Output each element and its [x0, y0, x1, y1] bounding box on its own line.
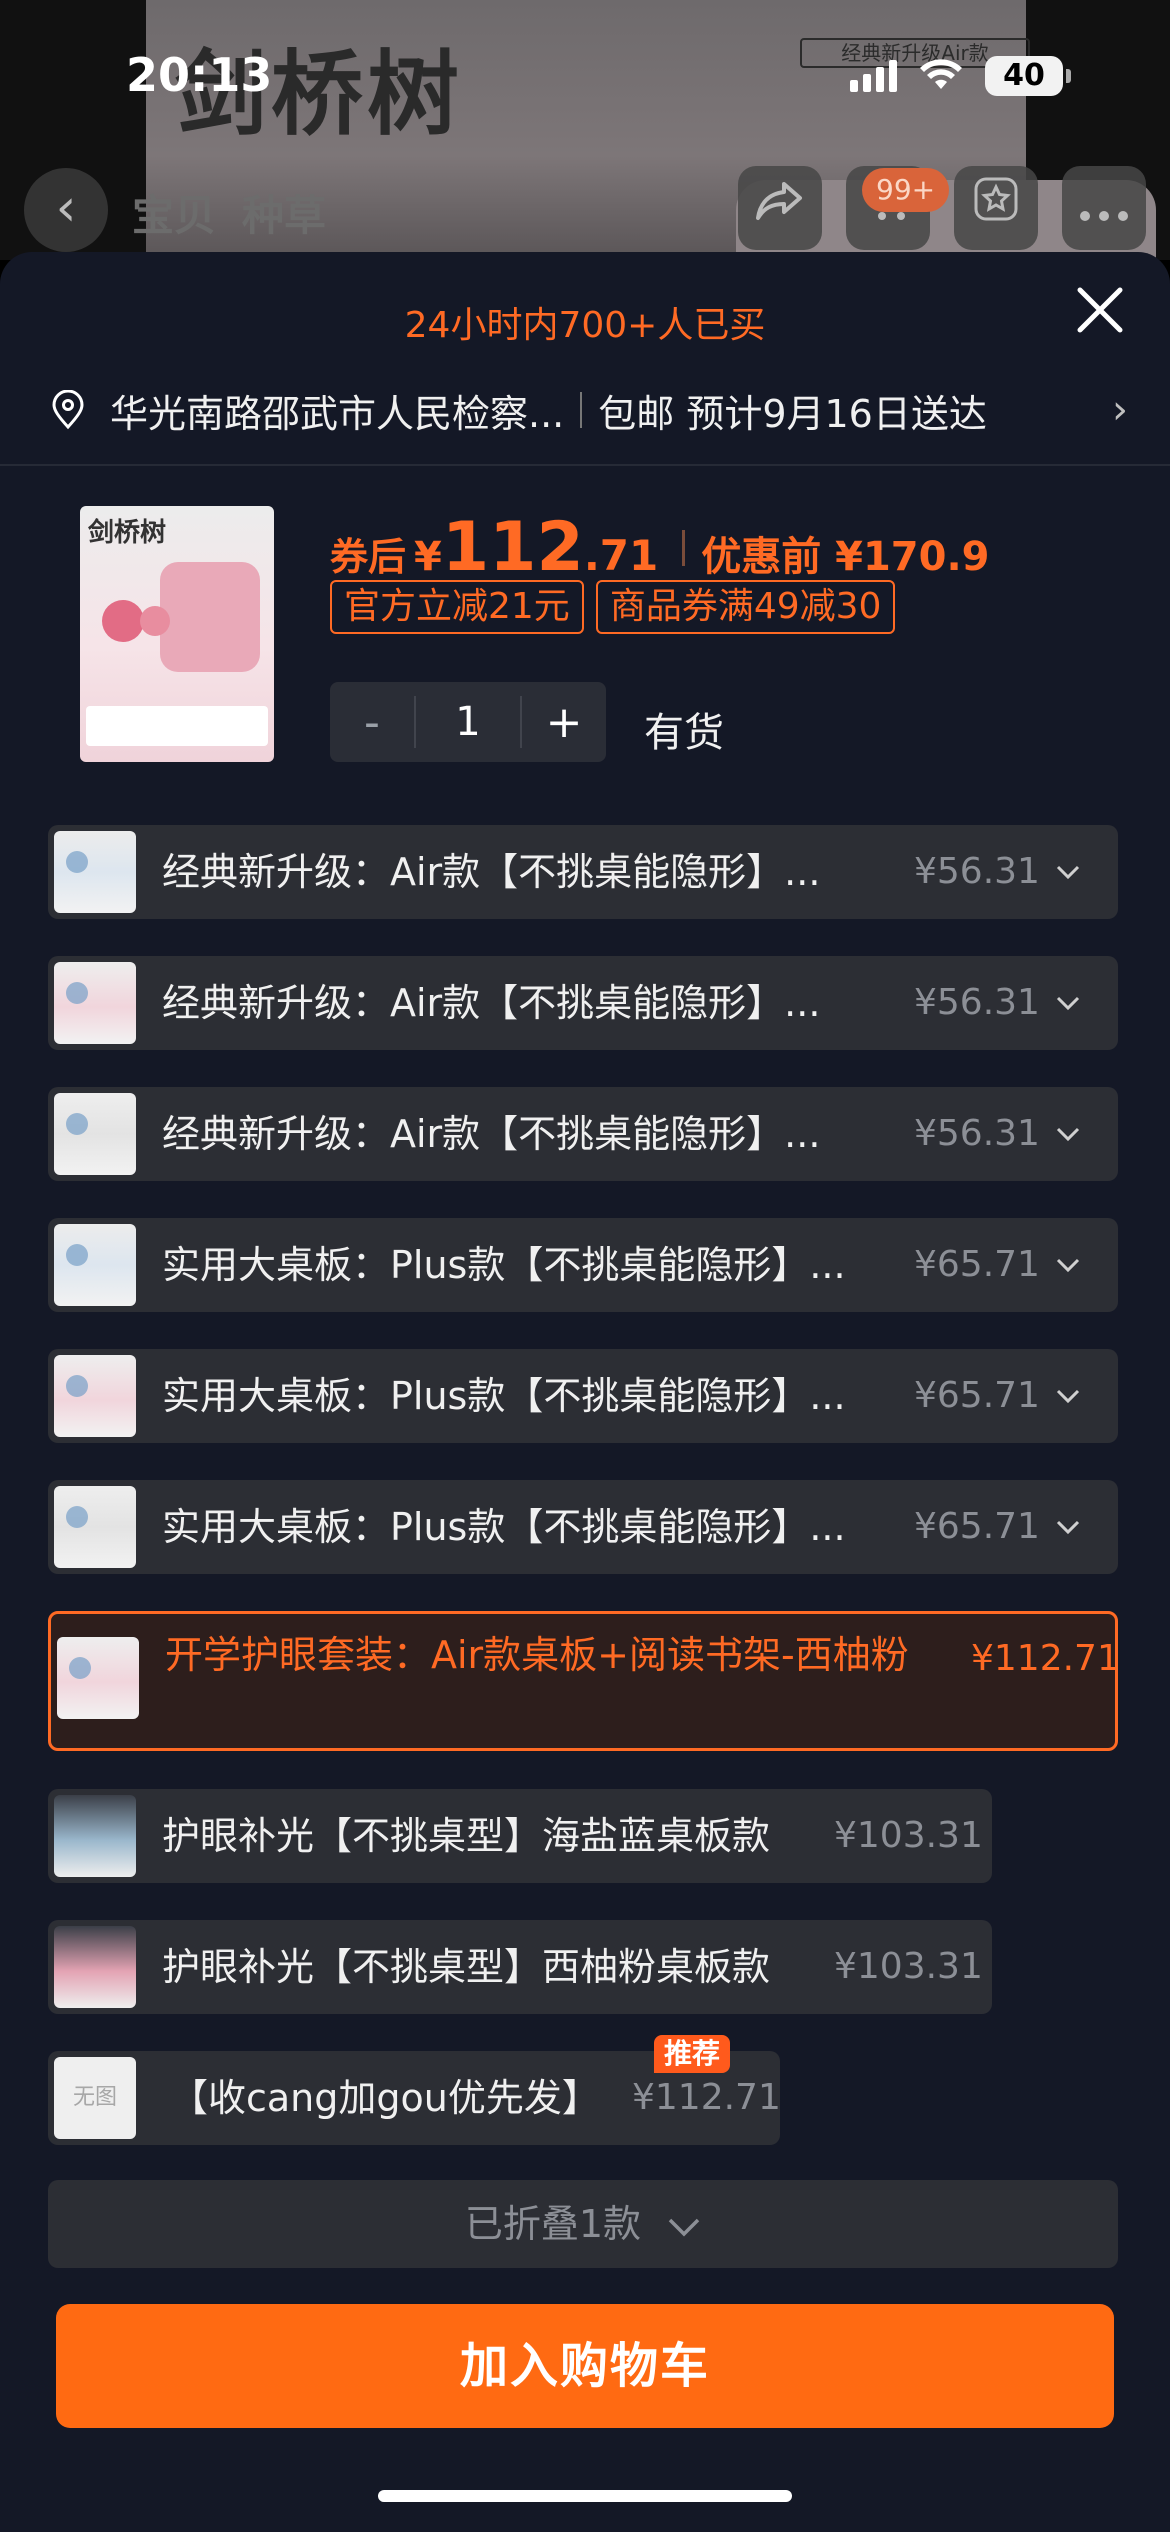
coupon-list: 官方立减21元 商品券满49减30 [330, 580, 896, 634]
price-label: 券后 [330, 535, 407, 579]
variant-price: ¥65.71 [914, 1244, 1040, 1285]
variant-option[interactable]: 经典新升级：Air款【不挑桌能隐形】... ¥56.31 [48, 825, 1118, 919]
close-icon[interactable] [1070, 280, 1130, 340]
variant-thumbnail [54, 1926, 136, 2008]
variant-name: 【收cang加gou优先发】 [170, 2076, 600, 2120]
original-price: 优惠前 ¥170.9 [701, 534, 990, 580]
variant-option[interactable]: 实用大桌板：Plus款【不挑桌能隐形】... ¥65.71 [48, 1218, 1118, 1312]
status-time: 20:13 [126, 48, 273, 102]
variant-name: 经典新升级：Air款【不挑桌能隐形】... [162, 1112, 821, 1156]
variant-thumbnail [54, 1486, 136, 1568]
thumb-lamp-shape-small [140, 606, 170, 636]
page-tabs: 宝贝 种草 [132, 182, 326, 243]
chevron-down-icon[interactable] [1054, 858, 1082, 886]
variant-thumbnail [54, 1224, 136, 1306]
tab-reviews[interactable]: 种草 [242, 182, 326, 243]
variant-option[interactable]: 实用大桌板：Plus款【不挑桌能隐形】... ¥65.71 [48, 1480, 1118, 1574]
variant-price: ¥65.71 [914, 1506, 1040, 1547]
folded-variants-toggle[interactable]: 已折叠1款 [48, 2180, 1118, 2268]
more-icon [1080, 211, 1128, 221]
variant-thumbnail [54, 831, 136, 913]
variant-name: 实用大桌板：Plus款【不挑桌能隐形】... [162, 1243, 846, 1287]
quantity-value[interactable]: 1 [414, 696, 522, 748]
chevron-down-icon[interactable] [1054, 1382, 1082, 1410]
variant-name: 实用大桌板：Plus款【不挑桌能隐形】... [162, 1374, 846, 1418]
price-decimal: .71 [583, 531, 659, 580]
price-integer: 112 [441, 508, 584, 587]
variant-option[interactable]: 经典新升级：Air款【不挑桌能隐形】... ¥56.31 [48, 1087, 1118, 1181]
variant-price: ¥56.31 [914, 982, 1040, 1023]
variant-price: ¥103.31 [834, 1946, 983, 1987]
price-currency: ¥ [414, 534, 442, 580]
chevron-down-icon[interactable] [1054, 1120, 1082, 1148]
shipping-info: 包邮 预计9月16日送达 [598, 391, 987, 436]
status-icons: 40 [850, 54, 1071, 98]
product-thumbnail[interactable]: 剑桥树 [80, 506, 274, 762]
recommended-badge: 推荐 [654, 2035, 731, 2073]
address-separator [580, 392, 583, 428]
quantity-increase-button[interactable]: + [522, 697, 606, 748]
share-button[interactable] [738, 166, 822, 250]
cellular-signal-icon [850, 60, 897, 92]
sales-banner: 24小时内700+人已买 [404, 305, 766, 346]
variant-option-selected[interactable]: 开学护眼套装：Air款桌板+阅读书架-西柚粉 ¥112.71 [48, 1611, 1118, 1751]
back-button[interactable]: ‹ [24, 168, 108, 252]
variant-price: ¥56.31 [914, 851, 1040, 892]
coupon-badge: 商品券满49减30 [595, 580, 896, 634]
home-indicator[interactable] [378, 2490, 792, 2502]
background-page: 剑桥树 经典新升级Air款 20:13 40 ‹ 宝贝 种草 99+ [0, 0, 1170, 260]
chevron-down-icon[interactable] [1054, 1513, 1082, 1541]
variant-name: 护眼补光【不挑桌型】西柚粉桌板款 [162, 1945, 771, 1989]
variant-price: ¥103.31 [834, 1815, 983, 1856]
divider [0, 464, 1170, 466]
variant-name: 经典新升级：Air款【不挑桌能隐形】... [162, 850, 821, 894]
thumb-lamp-shape [102, 600, 144, 642]
stock-status: 有货 [644, 710, 724, 756]
quantity-decrease-button[interactable]: - [330, 697, 414, 748]
variant-thumbnail-placeholder: 无图 [54, 2057, 136, 2139]
variant-option[interactable]: 实用大桌板：Plus款【不挑桌能隐形】... ¥65.71 [48, 1349, 1118, 1443]
delivery-address: 华光南路邵武市人民检察... [110, 391, 565, 436]
chevron-down-icon [668, 2218, 700, 2236]
variant-option[interactable]: 护眼补光【不挑桌型】西柚粉桌板款 ¥103.31 [48, 1920, 992, 2014]
add-to-cart-button[interactable]: 加入购物车 [56, 2304, 1114, 2428]
variant-option[interactable]: 护眼补光【不挑桌型】海盐蓝桌板款 ¥103.31 [48, 1789, 992, 1883]
address-row[interactable]: 华光南路邵武市人民检察... 包邮 预计9月16日送达 › [48, 378, 1128, 442]
favorite-button[interactable] [954, 166, 1038, 250]
battery-icon: 40 [985, 56, 1071, 96]
variant-price: ¥65.71 [914, 1375, 1040, 1416]
folded-label: 已折叠1款 [464, 2202, 642, 2246]
tab-product[interactable]: 宝贝 [132, 182, 216, 243]
quantity-stepper: - 1 + [330, 682, 606, 762]
chevron-down-icon[interactable] [1054, 989, 1082, 1017]
price-separator [682, 530, 686, 566]
more-button[interactable] [1062, 166, 1146, 250]
price-line: 券后 ¥ 112 .71 优惠前 ¥170.9 [330, 508, 990, 588]
variant-thumbnail [54, 1795, 136, 1877]
variant-thumbnail [54, 1093, 136, 1175]
cart-count-badge: 99+ [862, 168, 950, 212]
variant-price: ¥112.71 [971, 1638, 1118, 1679]
variant-name: 实用大桌板：Plus款【不挑桌能隐形】... [162, 1505, 846, 1549]
variant-price: ¥56.31 [914, 1113, 1040, 1154]
variant-name: 护眼补光【不挑桌型】海盐蓝桌板款 [162, 1814, 771, 1858]
chevron-right-icon: › [1112, 387, 1128, 433]
thumb-brand: 剑桥树 [88, 518, 167, 548]
variant-thumbnail [54, 1355, 136, 1437]
chevron-down-icon[interactable] [1054, 1251, 1082, 1279]
variant-option[interactable]: 经典新升级：Air款【不挑桌能隐形】... ¥56.31 [48, 956, 1118, 1050]
variant-name: 开学护眼套装：Air款桌板+阅读书架-西柚粉 [165, 1633, 909, 1677]
variant-name: 经典新升级：Air款【不挑桌能隐形】... [162, 981, 821, 1025]
app-screen: 剑桥树 经典新升级Air款 20:13 40 ‹ 宝贝 种草 99+ 24小时内… [0, 0, 1170, 2532]
thumb-info-band [86, 706, 268, 746]
location-pin-icon [52, 390, 84, 430]
share-icon [756, 182, 802, 220]
favorite-star-icon [974, 177, 1018, 221]
wifi-icon [920, 59, 962, 89]
coupon-badge: 官方立减21元 [330, 580, 584, 634]
variant-thumbnail [57, 1637, 139, 1719]
variant-thumbnail [54, 962, 136, 1044]
thumb-desk-shape [160, 562, 260, 672]
